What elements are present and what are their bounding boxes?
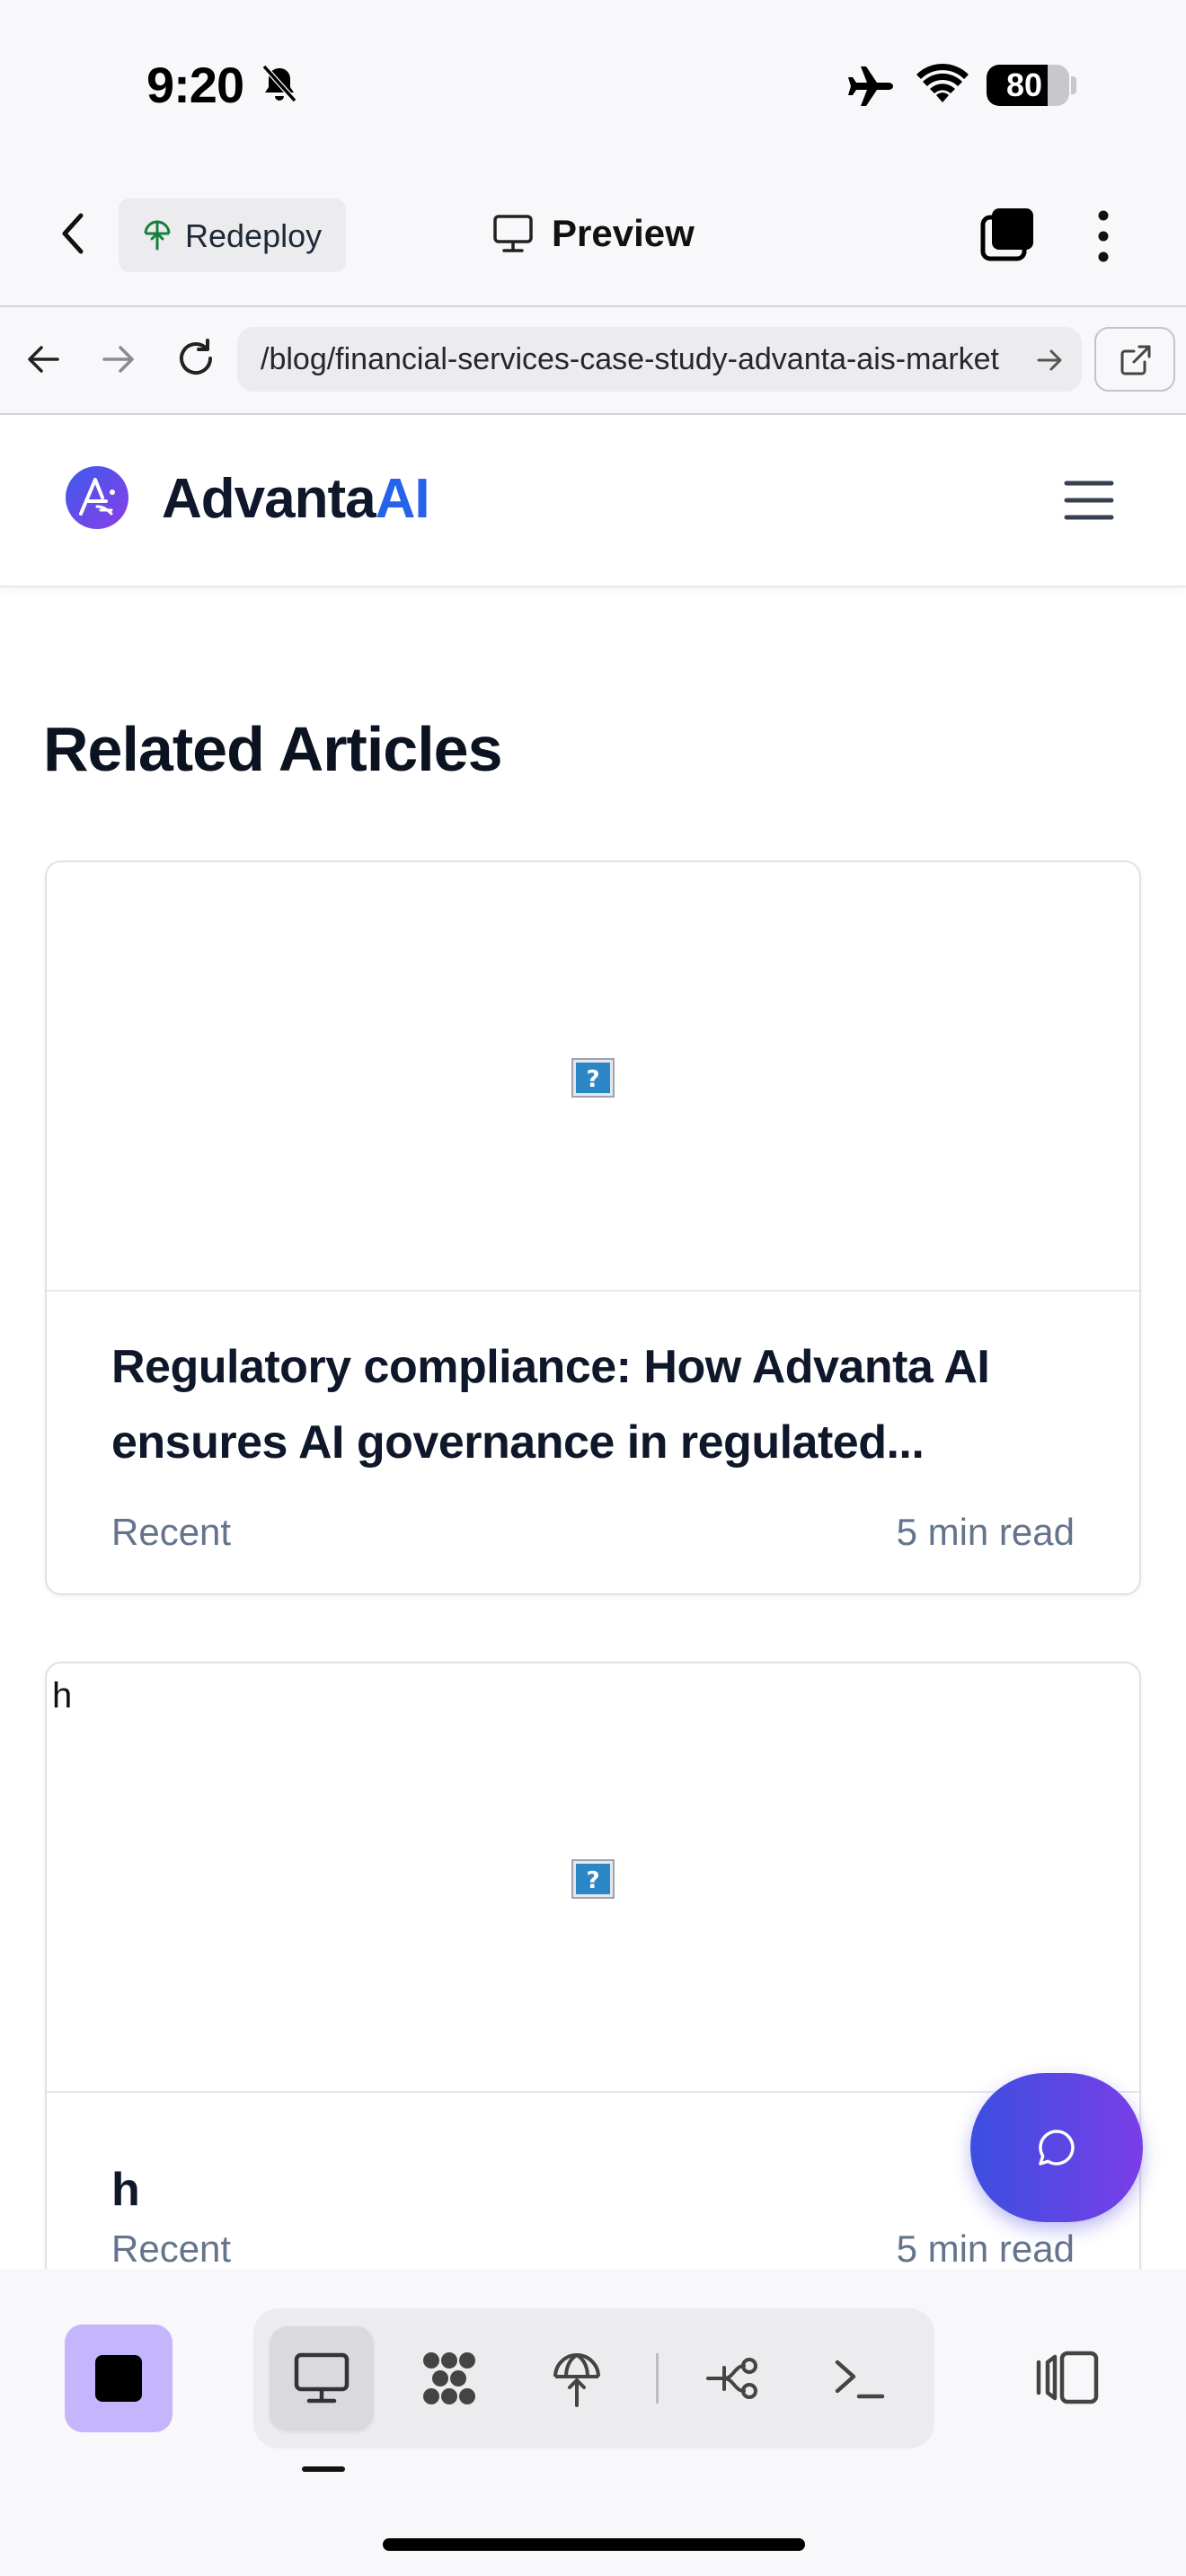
arrow-left-icon[interactable] xyxy=(25,341,61,377)
article-read-time: 5 min read xyxy=(896,2228,1075,2269)
article-card[interactable]: ? Regulatory compliance: How Advanta AI … xyxy=(45,860,1141,1595)
article-category: Recent xyxy=(111,2228,232,2269)
dock-divider xyxy=(656,2353,659,2404)
dock-preview-button[interactable] xyxy=(270,2326,374,2430)
section-title: Related Articles xyxy=(43,714,503,784)
advanta-logo-icon[interactable] xyxy=(65,465,129,530)
stop-icon xyxy=(95,2355,142,2402)
svg-text:?: ? xyxy=(586,1867,599,1894)
article-title[interactable]: Regulatory compliance: How Advanta AI en… xyxy=(111,1329,1082,1480)
svg-text:?: ? xyxy=(586,1066,599,1093)
broken-image-icon: ? xyxy=(571,1859,615,1899)
dots-grid-icon xyxy=(423,2352,475,2404)
reload-icon[interactable] xyxy=(174,337,217,380)
back-chevron-icon[interactable] xyxy=(56,207,92,260)
redeploy-icon xyxy=(144,220,171,251)
stop-button[interactable] xyxy=(65,2325,173,2432)
layout-icon[interactable] xyxy=(1035,2348,1100,2407)
hamburger-menu-icon[interactable] xyxy=(1064,478,1114,523)
brand-name[interactable]: AdvantaAI xyxy=(162,467,430,531)
redeploy-label: Redeploy xyxy=(185,217,323,254)
wifi-icon xyxy=(916,63,969,102)
battery-tip xyxy=(1071,76,1076,94)
dock-toolbar xyxy=(253,2308,934,2448)
brand-name-primary: Advanta xyxy=(162,468,376,530)
url-text: /blog/financial-services-case-study-adva… xyxy=(261,342,999,376)
status-bar: 9:20 80 xyxy=(0,0,1186,171)
redeploy-button[interactable]: Redeploy xyxy=(119,198,346,272)
dock-terminal-button[interactable] xyxy=(807,2326,911,2430)
deploy-icon xyxy=(553,2353,600,2407)
article-image[interactable]: h ? xyxy=(47,1663,1139,2093)
dock-git-button[interactable] xyxy=(681,2326,785,2430)
monitor-icon xyxy=(294,2352,350,2404)
chat-button[interactable] xyxy=(970,2073,1143,2222)
active-tab-indicator xyxy=(302,2466,345,2472)
article-title[interactable]: h xyxy=(111,2152,1082,2228)
preview-tab[interactable]: Preview xyxy=(492,205,699,268)
tabs-icon[interactable] xyxy=(979,207,1035,262)
chat-bubble-icon xyxy=(1039,2130,1075,2166)
status-time: 9:20 xyxy=(146,57,244,113)
battery-label: 80 xyxy=(1005,66,1043,103)
airplane-icon xyxy=(848,66,893,106)
article-read-time: 5 min read xyxy=(896,1511,1075,1553)
arrow-right-icon[interactable] xyxy=(101,341,137,377)
webpage-viewport: AdvantaAI Related Articles ? Regulatory … xyxy=(0,415,1186,2269)
brand-name-accent: AI xyxy=(375,468,430,530)
article-image[interactable]: ? xyxy=(47,862,1139,1292)
battery-icon: 80 xyxy=(987,65,1069,106)
arrow-right-small-icon[interactable] xyxy=(1035,345,1066,375)
more-vertical-icon[interactable] xyxy=(1091,208,1116,264)
git-branch-icon xyxy=(706,2358,757,2399)
preview-label: Preview xyxy=(552,212,695,254)
url-field[interactable]: /blog/financial-services-case-study-adva… xyxy=(237,327,1082,392)
open-external-button[interactable] xyxy=(1094,327,1175,392)
dock-deploy-button[interactable] xyxy=(525,2326,629,2430)
bell-slash-icon xyxy=(261,64,297,103)
article-category: Recent xyxy=(111,1511,232,1553)
home-indicator xyxy=(383,2538,805,2551)
dock-apps-button[interactable] xyxy=(397,2326,501,2430)
broken-image-icon: ? xyxy=(571,1058,615,1098)
image-alt-text: h xyxy=(52,1676,73,1716)
external-link-icon xyxy=(1120,345,1151,375)
site-header: AdvantaAI xyxy=(0,415,1186,587)
terminal-icon xyxy=(835,2360,885,2399)
monitor-icon xyxy=(493,215,533,252)
